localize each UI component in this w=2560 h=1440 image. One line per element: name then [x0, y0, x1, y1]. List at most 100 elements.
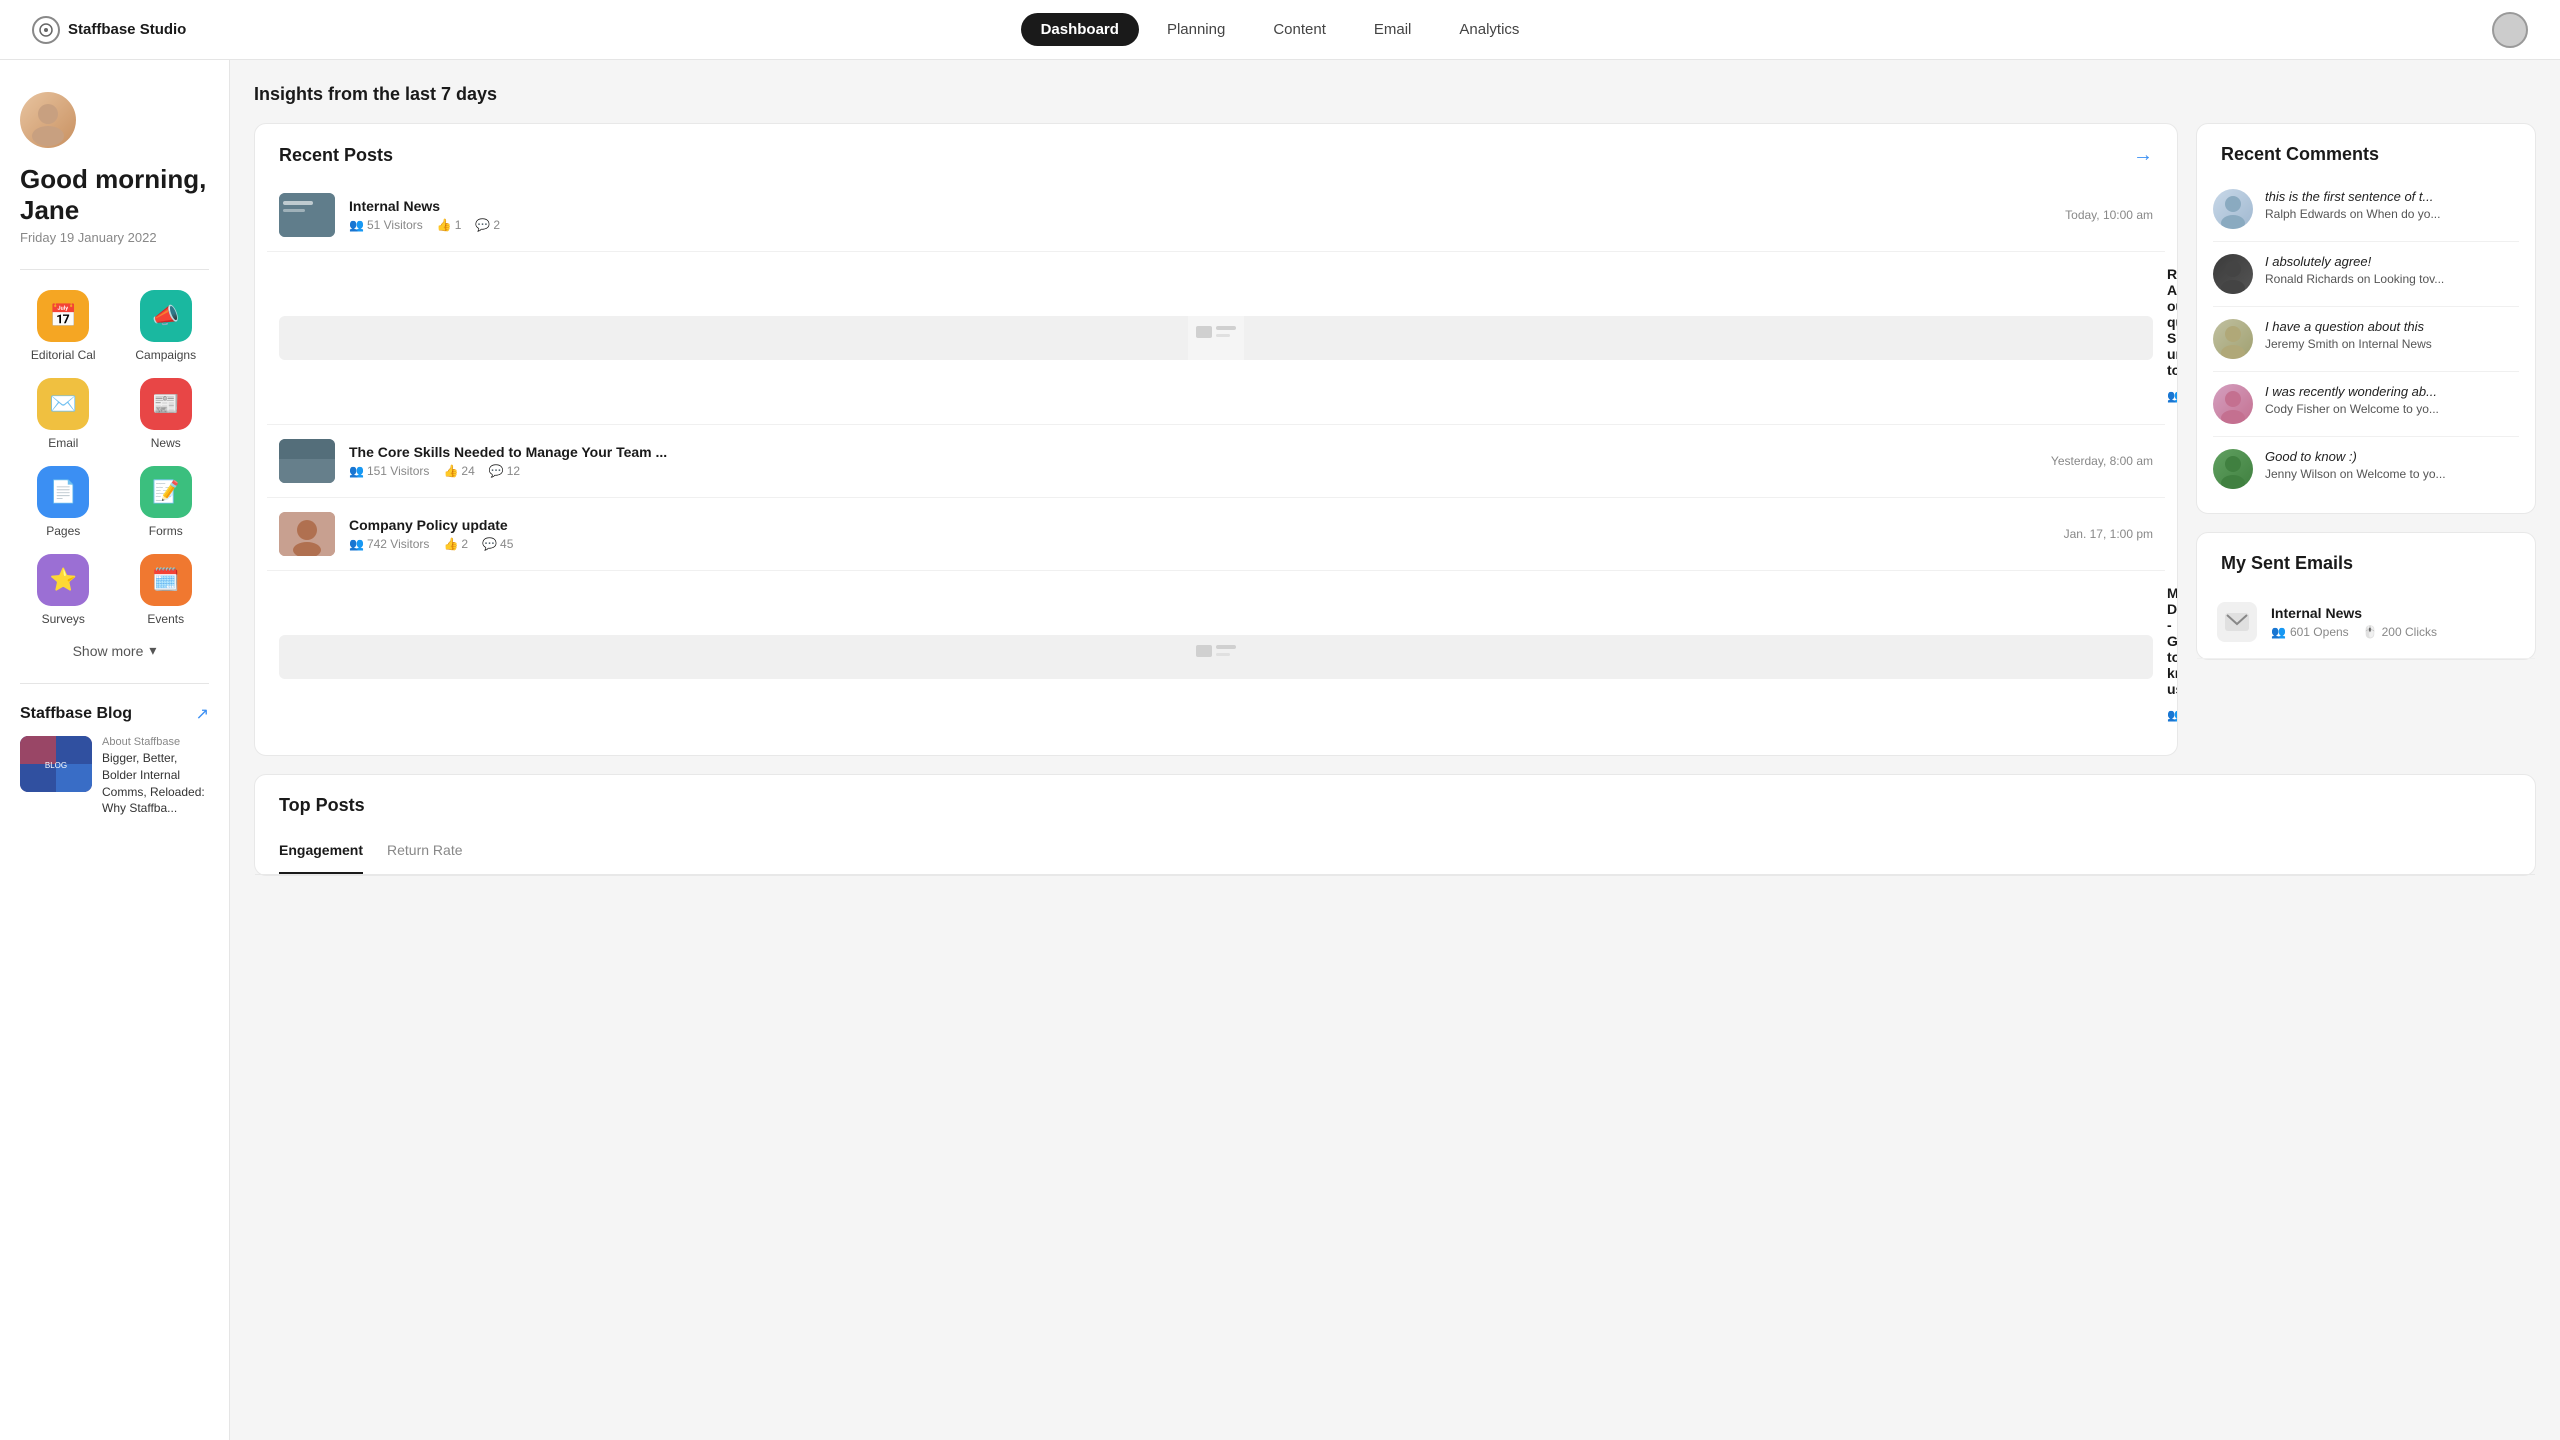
post-title-3: The Core Skills Needed to Manage Your Te…: [349, 444, 2037, 460]
email-clicks: 🖱️ 200 Clicks: [2363, 625, 2437, 639]
chevron-down-icon: ▾: [149, 642, 156, 659]
quick-link-forms[interactable]: 📝 Forms: [123, 466, 210, 538]
pages-label: Pages: [46, 524, 80, 538]
quick-link-surveys[interactable]: ⭐ Surveys: [20, 554, 107, 626]
post-item-4[interactable]: Company Policy update 👥742 Visitors 👍2 💬…: [267, 498, 2165, 571]
nav-email[interactable]: Email: [1354, 13, 1432, 46]
nav-dashboard[interactable]: Dashboard: [1021, 13, 1139, 46]
sent-emails-title: My Sent Emails: [2221, 553, 2353, 574]
tab-engagement[interactable]: Engagement: [279, 828, 363, 874]
events-label: Events: [147, 612, 184, 626]
quick-link-campaigns[interactable]: 📣 Campaigns: [123, 290, 210, 362]
main-layout: Good morning, Jane Friday 19 January 202…: [0, 60, 2560, 1440]
email-info-1: Internal News 👥 601 Opens 🖱️ 200 Clicks: [2271, 605, 2515, 639]
comments-header: Recent Comments: [2197, 124, 2535, 177]
logo-icon: [32, 16, 60, 44]
post-list: Internal News 👥 51 Visitors 👍 1: [255, 179, 2177, 755]
comment-avatar-4: [2213, 384, 2253, 424]
post-time-4: Jan. 17, 1:00 pm: [2064, 527, 2153, 541]
post-item-5[interactable]: Marketing Department - Get to know us 👥3…: [267, 571, 2165, 743]
news-icon: 📰: [140, 378, 192, 430]
comment-item-3[interactable]: I have a question about this Jeremy Smit…: [2213, 307, 2519, 372]
surveys-icon: ⭐: [37, 554, 89, 606]
side-column: Recent Comments this is the first senten…: [2196, 123, 2536, 756]
comment-body-1: this is the first sentence of t... Ralph…: [2265, 189, 2519, 229]
post-thumb-2: [279, 316, 2153, 360]
sent-emails-card: My Sent Emails Internal News 👥 601 Opens: [2196, 532, 2536, 660]
comment-avatar-5: [2213, 449, 2253, 489]
comment-item-2[interactable]: I absolutely agree! Ronald Richards on L…: [2213, 242, 2519, 307]
blog-source: About Staffbase: [102, 736, 209, 748]
events-icon: 🗓️: [140, 554, 192, 606]
quick-links: 📅 Editorial Cal 📣 Campaigns ✉️ Email 📰 N…: [20, 290, 209, 626]
post-thumb-3: [279, 439, 335, 483]
comment-text-3: I have a question about this: [2265, 319, 2519, 334]
post-content-4: Company Policy update 👥742 Visitors 👍2 💬…: [349, 517, 2050, 551]
comment-author-5: Jenny Wilson on Welcome to yo...: [2265, 467, 2519, 481]
visitors-icon-1: 👥: [349, 218, 364, 232]
comment-item-4[interactable]: I was recently wondering ab... Cody Fish…: [2213, 372, 2519, 437]
likes-icon-1: 👍: [437, 218, 452, 232]
post-meta-3: 👥151 Visitors 👍24 💬12: [349, 464, 2037, 478]
post-thumb-1: [279, 193, 335, 237]
post-thumb-4: [279, 512, 335, 556]
quick-link-pages[interactable]: 📄 Pages: [20, 466, 107, 538]
date: Friday 19 January 2022: [20, 230, 209, 245]
comment-text-5: Good to know :): [2265, 449, 2519, 464]
email-icon: ✉️: [37, 378, 89, 430]
blog-card[interactable]: BLOG About Staffbase Bigger, Better, Bol…: [20, 736, 209, 817]
app-logo[interactable]: Staffbase Studio: [32, 16, 252, 44]
surveys-label: Surveys: [42, 612, 85, 626]
comments-list: this is the first sentence of t... Ralph…: [2197, 177, 2535, 513]
nav-right: [2308, 12, 2528, 48]
quick-link-editorial-cal[interactable]: 📅 Editorial Cal: [20, 290, 107, 362]
email-title-1: Internal News: [2271, 605, 2515, 621]
sent-emails-header: My Sent Emails: [2197, 533, 2535, 586]
nav-planning[interactable]: Planning: [1147, 13, 1245, 46]
post-time-3: Yesterday, 8:00 am: [2051, 454, 2153, 468]
visitors-icon-5: 👥: [2167, 708, 2178, 722]
recent-posts-card: Recent Posts → Internal News 👥: [254, 123, 2178, 756]
email-label: Email: [48, 436, 78, 450]
post-likes-1: 👍 1: [437, 218, 462, 232]
post-item-1[interactable]: Internal News 👥 51 Visitors 👍 1: [267, 179, 2165, 252]
email-stats-1: 👥 601 Opens 🖱️ 200 Clicks: [2271, 625, 2515, 639]
quick-link-news[interactable]: 📰 News: [123, 378, 210, 450]
post-title-1: Internal News: [349, 198, 2051, 214]
top-posts-title: Top Posts: [279, 795, 365, 816]
show-more-button[interactable]: Show more ▾: [20, 638, 209, 663]
comment-text-1: this is the first sentence of t...: [2265, 189, 2519, 204]
recent-posts-title: Recent Posts: [279, 145, 393, 166]
blog-headline: Bigger, Better, Bolder Internal Comms, R…: [102, 750, 209, 817]
comment-body-2: I absolutely agree! Ronald Richards on L…: [2265, 254, 2519, 294]
nav-content[interactable]: Content: [1253, 13, 1346, 46]
post-item-3[interactable]: The Core Skills Needed to Manage Your Te…: [267, 425, 2165, 498]
nav-analytics[interactable]: Analytics: [1439, 13, 1539, 46]
recent-comments-card: Recent Comments this is the first senten…: [2196, 123, 2536, 514]
recent-posts-arrow[interactable]: →: [2133, 144, 2153, 167]
comment-item-5[interactable]: Good to know :) Jenny Wilson on Welcome …: [2213, 437, 2519, 501]
post-item-2[interactable]: Reminder: Answer our quarterly Survey un…: [267, 252, 2165, 425]
top-cards-row: Recent Posts → Internal News 👥: [254, 123, 2536, 756]
comment-avatar-2: [2213, 254, 2253, 294]
comment-avatar-1: [2213, 189, 2253, 229]
comment-avatar-3: [2213, 319, 2253, 359]
blog-section: Staffbase Blog ↗ BLOG About Staffbase Bi…: [20, 704, 209, 817]
quick-link-email[interactable]: ✉️ Email: [20, 378, 107, 450]
post-time-1: Today, 10:00 am: [2065, 208, 2153, 222]
visitors-icon-3: 👥: [349, 464, 364, 478]
tab-return-rate[interactable]: Return Rate: [387, 828, 462, 874]
comment-item-1[interactable]: this is the first sentence of t... Ralph…: [2213, 177, 2519, 242]
comment-body-5: Good to know :) Jenny Wilson on Welcome …: [2265, 449, 2519, 489]
external-link-icon[interactable]: ↗: [196, 704, 209, 724]
email-opens: 👥 601 Opens: [2271, 625, 2349, 639]
comments-title: Recent Comments: [2221, 144, 2379, 165]
comment-author-3: Jeremy Smith on Internal News: [2265, 337, 2519, 351]
editorial-cal-label: Editorial Cal: [31, 348, 96, 362]
likes-icon-3: 👍: [443, 464, 458, 478]
quick-link-events[interactable]: 🗓️ Events: [123, 554, 210, 626]
sent-email-item-1[interactable]: Internal News 👥 601 Opens 🖱️ 200 Clicks: [2197, 586, 2535, 659]
user-avatar-nav[interactable]: [2492, 12, 2528, 48]
show-more-label: Show more: [73, 643, 144, 659]
visitors-icon-4: 👥: [349, 537, 364, 551]
